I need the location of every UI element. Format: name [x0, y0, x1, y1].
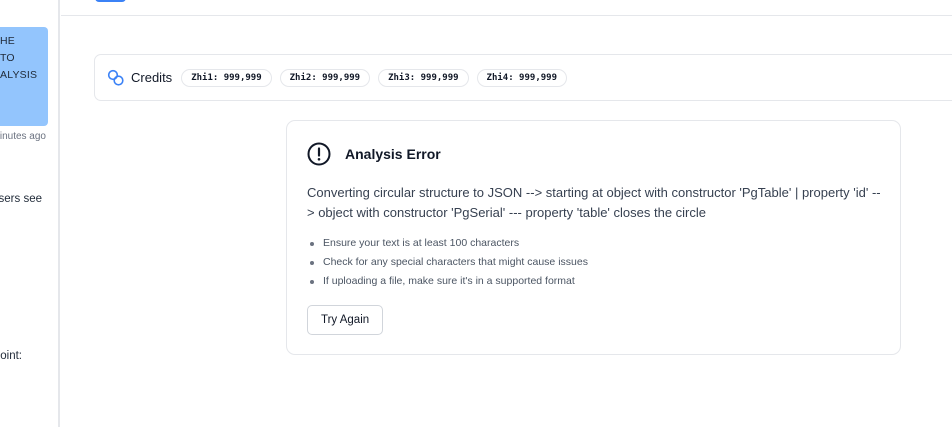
credit-chip-zhi2: Zhi2: 999,999 — [279, 68, 371, 87]
try-again-button[interactable]: Try Again — [307, 305, 384, 335]
error-title: Analysis Error — [345, 146, 441, 162]
chat-bubble-line: TO — [0, 52, 15, 64]
chat-text-fragment: users see — [0, 193, 42, 205]
error-message: Converting circular structure to JSON --… — [307, 185, 881, 220]
chat-text-fragment: point: — [0, 350, 22, 362]
error-tip: Check for any special characters that mi… — [307, 253, 880, 272]
credit-chip-zhi1: Zhi1: 999,999 — [181, 68, 272, 87]
chat-timestamp: minutes ago — [0, 131, 46, 142]
analysis-error-card: Analysis Error Converting circular struc… — [286, 120, 901, 355]
credits-link-icon — [107, 69, 124, 86]
header-divider — [61, 15, 952, 16]
app-root: HE TO ALYSIS minutes ago users see point… — [0, 0, 952, 427]
alert-circle-icon — [307, 142, 331, 166]
chat-bubble-line: ALYSIS — [0, 69, 38, 81]
error-tip: If uploading a file, make sure it's in a… — [307, 272, 880, 291]
credits-label: Credits — [131, 70, 173, 85]
header-action-button[interactable] — [95, 0, 126, 2]
credit-chip-zhi4: Zhi4: 999,999 — [476, 68, 567, 87]
error-tip: Ensure your text is at least 100 charact… — [307, 234, 880, 253]
error-tips-list: Ensure your text is at least 100 charact… — [307, 234, 880, 291]
error-header: Analysis Error — [307, 141, 880, 167]
credits-bar: Credits Zhi1: 999,999 Zhi2: 999,999 Zhi3… — [94, 54, 952, 101]
chat-message-bubble[interactable]: HE TO ALYSIS — [0, 27, 48, 126]
chat-sidebar: HE TO ALYSIS minutes ago users see point… — [0, 0, 60, 427]
credit-chip-zhi3: Zhi3: 999,999 — [378, 68, 469, 87]
chat-bubble-line: HE — [0, 35, 15, 47]
